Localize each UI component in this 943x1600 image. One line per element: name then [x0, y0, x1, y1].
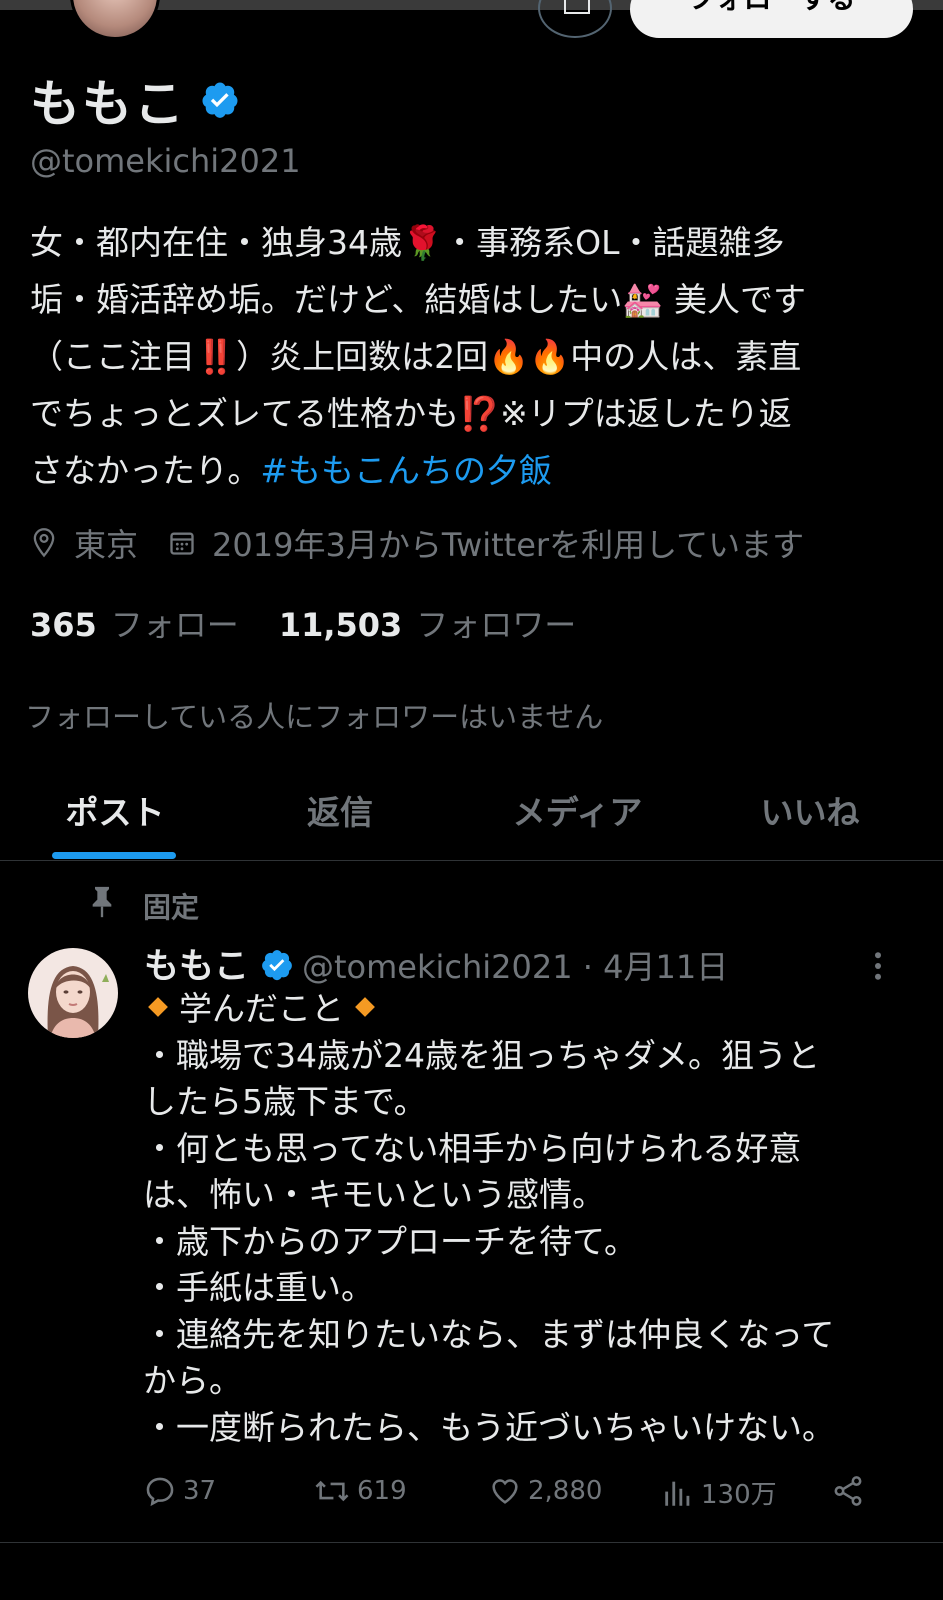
- following-link[interactable]: 365 フォロー: [30, 600, 239, 646]
- active-tab-indicator: [52, 852, 176, 859]
- profile-stats-row: 365 フォロー 11,503 フォロワー: [30, 600, 576, 646]
- tab-replies[interactable]: 返信: [280, 786, 400, 834]
- share-icon: [834, 1476, 862, 1506]
- profile-location: 東京: [74, 526, 139, 564]
- tabs-divider: [0, 860, 943, 861]
- wedding-chapel-emoji: 💒: [622, 280, 664, 319]
- post-author-handle-and-date: @tomekichi2021 · 4月11日: [302, 948, 729, 986]
- known-followers-text: フォローしている人にフォロワーはいません: [25, 700, 604, 734]
- heart-icon: [492, 1479, 518, 1504]
- share-button[interactable]: [831, 1474, 871, 1508]
- tab-media[interactable]: メディア: [495, 786, 660, 834]
- orange-diamond-icon: [355, 997, 375, 1017]
- rose-emoji: 🌹: [402, 223, 444, 262]
- profile-joined-date: 2019年3月からTwitterを利用しています: [212, 526, 805, 564]
- verified-badge-icon[interactable]: [200, 80, 240, 120]
- repost-icon: [315, 1480, 349, 1502]
- repost-button[interactable]: 619: [313, 1474, 407, 1508]
- exclamation-question-emoji: ⁉️: [459, 394, 501, 433]
- location-pin-icon: [33, 528, 55, 558]
- tab-likes[interactable]: いいね: [745, 786, 875, 834]
- like-button[interactable]: 2,880: [488, 1474, 602, 1508]
- bio-hashtag-link[interactable]: #ももこんちの夕飯: [260, 451, 552, 490]
- pinned-label: 固定: [143, 891, 200, 924]
- post-text: 学んだこと ・職場で34歳が24歳を狙っちゃダメ。狙うと したら5歳下まで。 ・…: [143, 989, 836, 1447]
- profile-meta-row: 東京 2019年3月からTwitterを利用しています: [30, 520, 804, 566]
- reply-icon: [146, 1477, 174, 1507]
- post-action-bar: 37 619 2,880 130万: [143, 1474, 883, 1524]
- reply-button[interactable]: 37: [143, 1474, 216, 1508]
- analytics-icon: [665, 1481, 690, 1506]
- fire-emoji: 🔥🔥: [488, 337, 571, 376]
- post-author-handle[interactable]: @tomekichi2021: [302, 948, 573, 986]
- verified-badge-icon[interactable]: [260, 948, 294, 982]
- orange-diamond-icon: [148, 997, 168, 1017]
- post-author-avatar[interactable]: [28, 948, 118, 1038]
- pin-icon: [92, 886, 112, 918]
- profile-bio: 女・都内在住・独身34歳🌹・事務系OL・話題雑多 垢・婚活辞め垢。だけど、結婚は…: [30, 214, 910, 499]
- views-button[interactable]: 130万: [661, 1474, 777, 1511]
- follow-button[interactable]: フォローする: [630, 0, 913, 38]
- post-divider: [0, 1542, 943, 1543]
- post-date[interactable]: 4月11日: [603, 948, 728, 986]
- tab-posts[interactable]: ポスト: [30, 786, 200, 834]
- calendar-icon: [170, 532, 194, 555]
- more-options-icon[interactable]: [868, 948, 888, 984]
- profile-avatar[interactable]: [70, 0, 160, 40]
- message-button[interactable]: [538, 0, 612, 38]
- followers-link[interactable]: 11,503 フォロワー: [279, 600, 577, 646]
- profile-display-name: ももこ: [30, 75, 186, 133]
- double-exclamation-emoji: ‼️: [195, 337, 237, 376]
- profile-handle: @tomekichi2021: [30, 142, 301, 180]
- mail-icon: [564, 0, 590, 14]
- post-author-name[interactable]: ももこ: [144, 938, 249, 989]
